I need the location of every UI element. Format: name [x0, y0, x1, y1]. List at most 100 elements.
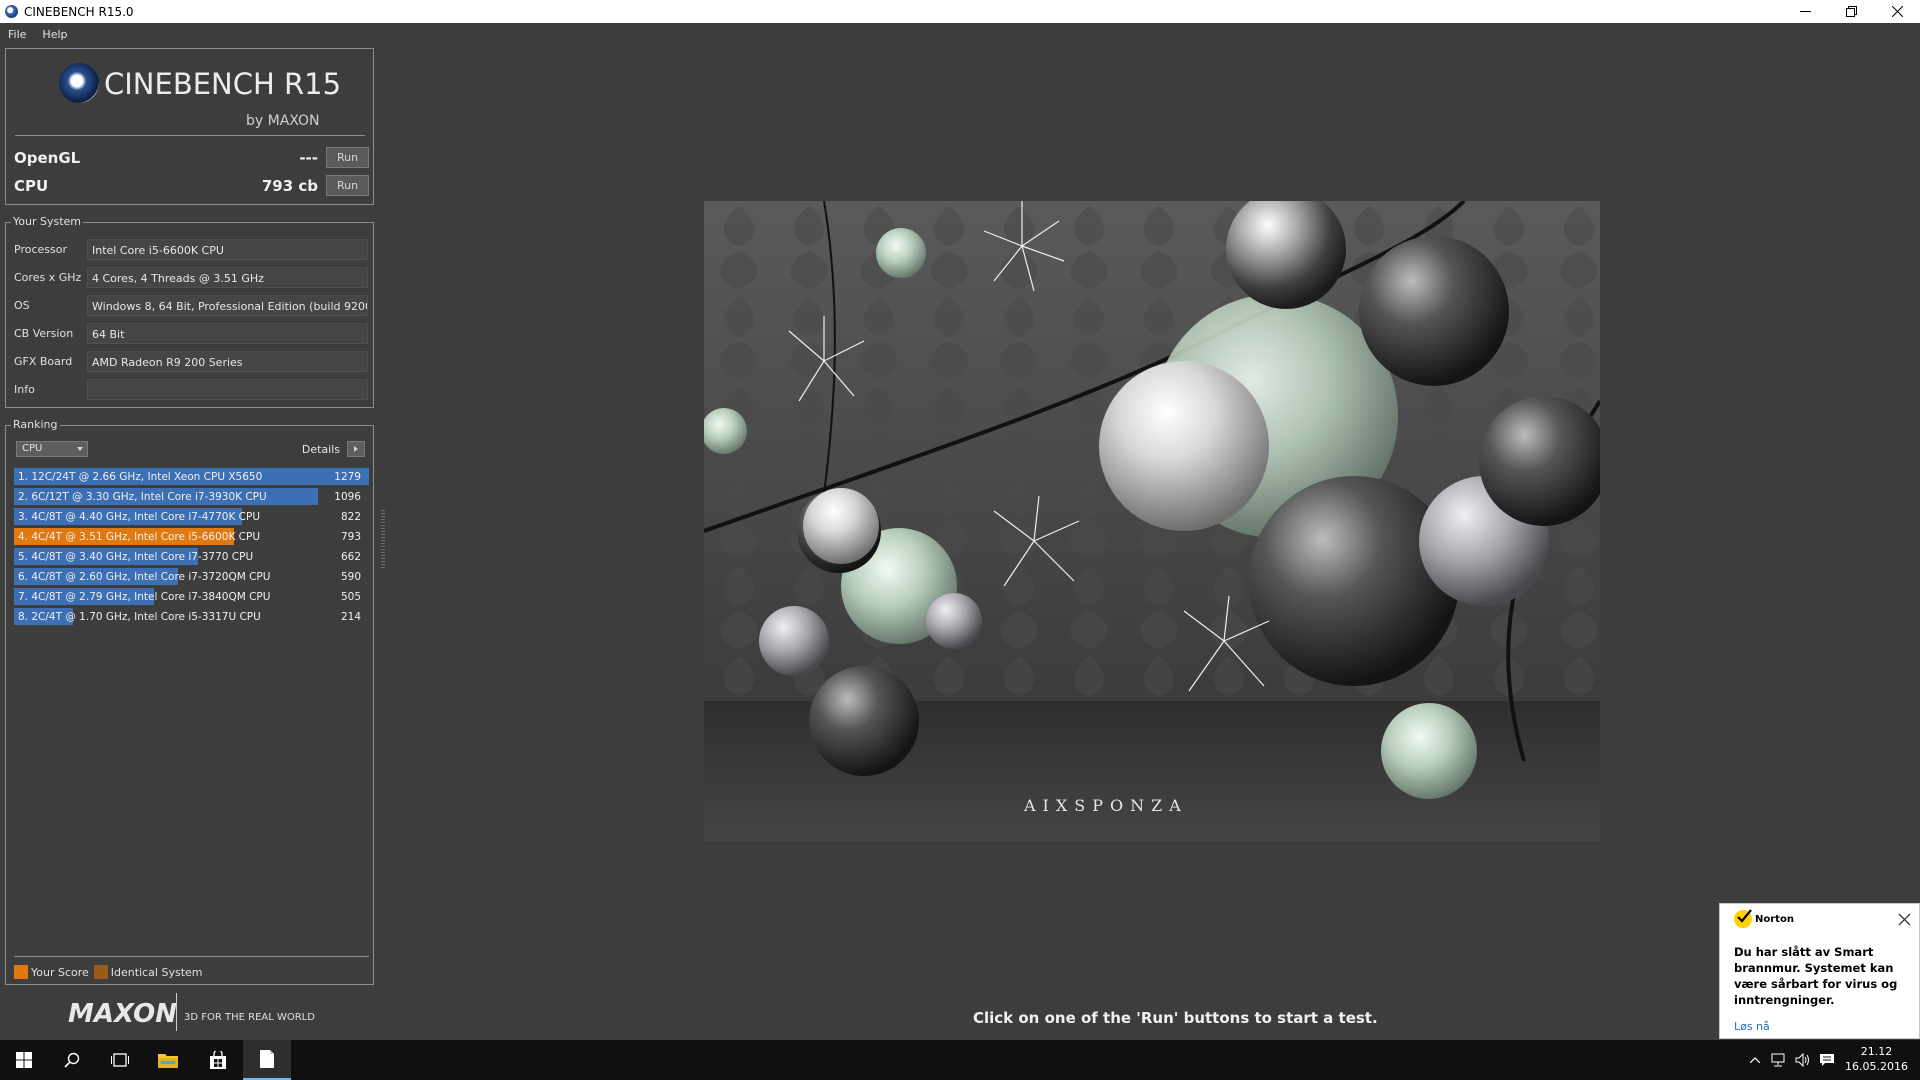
- norton-message: Du har slått av Smart brannmur. Systemet…: [1734, 945, 1898, 1007]
- close-icon[interactable]: [1898, 913, 1911, 926]
- divider: [15, 135, 365, 136]
- your-score-legend: Your Score: [31, 965, 89, 979]
- render-scene: AIXSPONZA: [704, 201, 1600, 841]
- your-score-swatch: [14, 965, 28, 979]
- identical-system-swatch: [93, 965, 108, 979]
- cb-version-label: CB Version: [14, 327, 74, 340]
- close-button[interactable]: [1874, 0, 1920, 23]
- ranking-row-label: 5. 4C/8T @ 3.40 GHz, Intel Core i7-3770 …: [18, 551, 254, 563]
- ranking-row-label: 7. 4C/8T @ 2.79 GHz, Intel Core i7-3840Q…: [18, 591, 271, 603]
- cores-field[interactable]: 4 Cores, 4 Threads @ 3.51 GHz: [87, 267, 368, 288]
- processor-row: Processor Intel Core i5-6600K CPU: [14, 239, 369, 261]
- ranking-row[interactable]: 7. 4C/8T @ 2.79 GHz, Intel Core i7-3840Q…: [14, 587, 369, 607]
- cinebench-taskbar-button[interactable]: [243, 1040, 291, 1080]
- processor-label: Processor: [14, 243, 67, 256]
- maxon-logo: MAXON: [68, 999, 177, 1028]
- opengl-row: OpenGL --- Run: [14, 147, 369, 169]
- ranking-row-label: 1. 12C/24T @ 2.66 GHz, Intel Xeon CPU X5…: [18, 471, 263, 483]
- norton-check-icon: [1734, 909, 1752, 928]
- menu-file[interactable]: File: [0, 28, 34, 41]
- opengl-run-button[interactable]: Run: [326, 147, 369, 168]
- window-title: CINEBENCH R15.0: [24, 4, 134, 19]
- ranking-panel: Ranking CPU Details 1. 12C/24T @ 2.66 GH…: [5, 418, 374, 985]
- ranking-row-score: 590: [340, 571, 361, 583]
- cores-row: Cores x GHz 4 Cores, 4 Threads @ 3.51 GH…: [14, 267, 369, 289]
- ranking-row-your-score[interactable]: 4. 4C/4T @ 3.51 GHz, Intel Core i5-6600K…: [14, 527, 369, 547]
- task-view-icon: [111, 1053, 129, 1067]
- ranking-row[interactable]: 5. 4C/8T @ 3.40 GHz, Intel Core i7-3770 …: [14, 547, 369, 567]
- ranking-row-label: 8. 2C/4T @ 1.70 GHz, Intel Core i5-3317U…: [18, 611, 261, 623]
- ranking-row-score: 505: [340, 591, 361, 603]
- notification-icon: [1820, 1054, 1834, 1066]
- cinebench-sphere-icon: [59, 63, 99, 103]
- logo-title: CINEBENCH R15: [104, 67, 342, 101]
- identical-system-legend: Identical System: [110, 965, 203, 979]
- panel-resize-handle[interactable]: [381, 510, 385, 570]
- volume-button[interactable]: [1793, 1040, 1813, 1080]
- clock-time: 21.12: [1860, 1045, 1893, 1058]
- norton-fix-link[interactable]: Løs nå: [1734, 1020, 1770, 1033]
- search-button[interactable]: [48, 1040, 96, 1080]
- ranking-row-label: 6. 4C/8T @ 2.60 GHz, Intel Core i7-3720Q…: [18, 571, 271, 583]
- show-hidden-icons-button[interactable]: [1745, 1040, 1765, 1080]
- ranking-row[interactable]: 6. 4C/8T @ 2.60 GHz, Intel Core i7-3720Q…: [14, 567, 369, 587]
- ranking-row-score: 822: [340, 511, 361, 523]
- folder-icon: [158, 1054, 178, 1068]
- details-label: Details: [301, 443, 340, 456]
- details-arrow-button[interactable]: [347, 441, 365, 457]
- start-button[interactable]: [0, 1040, 48, 1080]
- divider: [176, 993, 177, 1031]
- store-button[interactable]: [194, 1040, 242, 1080]
- cpu-run-button[interactable]: Run: [326, 175, 369, 196]
- cb-version-row: CB Version 64 Bit: [14, 323, 369, 345]
- cores-label: Cores x GHz: [14, 271, 82, 284]
- maxon-tagline: 3D FOR THE REAL WORLD: [184, 1012, 315, 1023]
- restore-button[interactable]: [1828, 0, 1874, 23]
- minimize-button[interactable]: [1782, 0, 1828, 23]
- file-explorer-button[interactable]: [144, 1040, 192, 1080]
- document-icon: [260, 1050, 274, 1068]
- menu-bar: File Help: [0, 23, 1920, 45]
- cb-version-field[interactable]: 64 Bit: [87, 323, 368, 344]
- os-label: OS: [14, 299, 30, 312]
- norton-brand-name: Norton: [1755, 913, 1794, 925]
- ranking-row-score: 1279: [334, 471, 361, 483]
- info-label: Info: [14, 383, 35, 396]
- info-field[interactable]: [87, 379, 368, 400]
- ranking-row-score: 214: [340, 611, 361, 623]
- minimize-icon: [1799, 11, 1811, 12]
- processor-field[interactable]: Intel Core i5-6600K CPU: [87, 239, 368, 260]
- render-preview-image: AIXSPONZA: [704, 201, 1600, 841]
- network-button[interactable]: [1768, 1040, 1788, 1080]
- cinebench-logo: CINEBENCH R15 by MAXON: [54, 63, 344, 129]
- ranking-row[interactable]: 1. 12C/24T @ 2.66 GHz, Intel Xeon CPU X5…: [14, 467, 369, 487]
- cpu-score: 793 cb: [261, 177, 318, 195]
- restore-icon: [1845, 6, 1857, 17]
- aixsponza-watermark: AIXSPONZA: [1023, 796, 1188, 815]
- taskbar-clock[interactable]: 21.12 16.05.2016: [1845, 1044, 1908, 1074]
- chevron-up-icon: [1750, 1057, 1760, 1063]
- task-view-button[interactable]: [96, 1040, 144, 1080]
- ranking-row-label: 3. 4C/8T @ 4.40 GHz, Intel Core i7-4770K…: [18, 511, 261, 523]
- your-system-panel: Your System Processor Intel Core i5-6600…: [5, 215, 374, 408]
- benchmark-panel: CINEBENCH R15 by MAXON OpenGL --- Run CP…: [5, 48, 374, 205]
- ranking-row[interactable]: 2. 6C/12T @ 3.30 GHz, Intel Core i7-3930…: [14, 487, 369, 507]
- action-center-button[interactable]: [1817, 1040, 1837, 1080]
- store-bag-icon: [210, 1051, 226, 1069]
- ranking-row-score: 662: [340, 551, 361, 563]
- os-field[interactable]: Windows 8, 64 Bit, Professional Edition …: [87, 295, 368, 316]
- title-bar: CINEBENCH R15.0: [0, 0, 1920, 23]
- chevron-down-icon: [77, 447, 83, 451]
- info-row: Info: [14, 379, 369, 401]
- ranking-heading: Ranking: [11, 418, 60, 431]
- ranking-type-dropdown[interactable]: CPU: [16, 441, 88, 457]
- window-controls: [1782, 0, 1920, 23]
- ranking-row[interactable]: 8. 2C/4T @ 1.70 GHz, Intel Core i5-3317U…: [14, 607, 369, 627]
- ranking-row[interactable]: 3. 4C/8T @ 4.40 GHz, Intel Core i7-4770K…: [14, 507, 369, 527]
- menu-help[interactable]: Help: [34, 28, 75, 41]
- windows-logo-icon: [16, 1052, 32, 1068]
- divider: [14, 956, 369, 957]
- gfx-board-field[interactable]: AMD Radeon R9 200 Series: [87, 351, 368, 372]
- clock-date: 16.05.2016: [1845, 1060, 1908, 1073]
- ranking-row-label: 4. 4C/4T @ 3.51 GHz, Intel Core i5-6600K…: [18, 531, 261, 543]
